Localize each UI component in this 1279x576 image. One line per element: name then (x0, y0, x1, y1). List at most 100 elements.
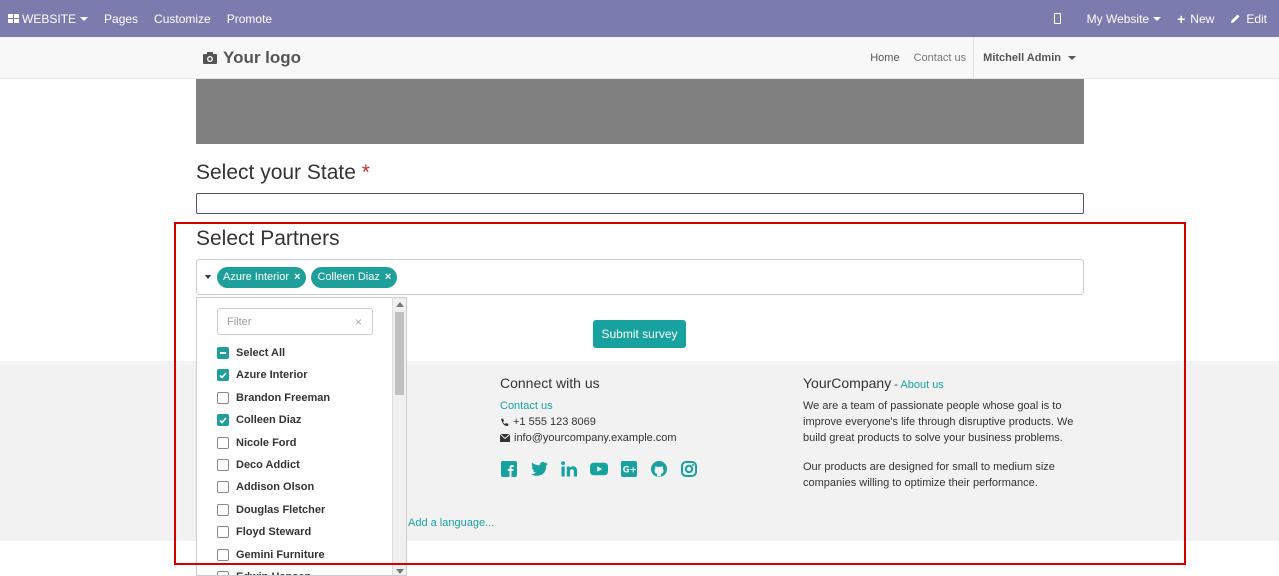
option-label: Floyd Steward (236, 526, 312, 538)
checkbox[interactable] (217, 459, 229, 471)
phone-icon (501, 418, 509, 426)
checkbox[interactable] (217, 414, 229, 426)
list-item[interactable]: Douglas Fletcher (217, 501, 325, 519)
footer-connect-column: Connect with us Contact us +1 555 123 80… (500, 375, 790, 478)
company-name: YourCompany (803, 375, 892, 391)
scrollbar-thumb[interactable] (395, 312, 404, 395)
grey-banner (196, 79, 1084, 144)
checkbox[interactable] (217, 549, 229, 561)
connect-title: Connect with us (500, 375, 600, 391)
tag-label: Azure Interior (223, 271, 290, 283)
user-menu[interactable]: Mitchell Admin (973, 37, 1085, 79)
partners-multiselect[interactable]: Azure Interior × Colleen Diaz × (196, 259, 1084, 295)
tag-remove-icon[interactable]: × (294, 271, 300, 283)
state-input[interactable] (196, 193, 1084, 214)
linkedin-icon[interactable] (560, 460, 578, 478)
option-label: Deco Addict (236, 459, 300, 471)
chevron-down-icon (1153, 16, 1162, 21)
checkbox[interactable] (217, 392, 229, 404)
user-name: Mitchell Admin (983, 52, 1061, 64)
list-item[interactable]: Edwin Hansen (217, 568, 311, 575)
checkbox[interactable] (217, 504, 229, 516)
customize-menu[interactable]: Customize (146, 0, 219, 37)
facebook-icon[interactable] (500, 460, 518, 478)
selected-tag: Colleen Diaz × (311, 266, 398, 288)
mobile-icon (1053, 13, 1061, 24)
list-item[interactable]: Brandon Freeman (217, 389, 330, 407)
option-label: Colleen Diaz (236, 414, 302, 426)
checkbox[interactable] (217, 369, 229, 381)
website-menu[interactable]: WEBSITE (0, 0, 96, 37)
company-separator: - (891, 379, 901, 391)
list-item[interactable]: Gemini Furniture (217, 546, 325, 564)
nav-contact-us[interactable]: Contact us (907, 52, 974, 64)
new-label: New (1190, 11, 1215, 26)
option-label: Brandon Freeman (236, 392, 331, 404)
state-question-label: Select your State (196, 161, 356, 184)
envelope-icon (500, 434, 510, 442)
chevron-down-icon[interactable] (205, 275, 211, 279)
checkbox[interactable] (217, 526, 229, 538)
about-us-link[interactable]: About us (900, 379, 943, 391)
github-icon[interactable] (650, 460, 668, 478)
admin-bar: WEBSITE Pages Customize Promote My Websi… (0, 0, 1279, 37)
email-address: info@yourcompany.example.com (514, 432, 677, 444)
tag-label: Colleen Diaz (317, 271, 380, 283)
social-links: G+ (500, 460, 790, 478)
site-logo[interactable]: Your logo (203, 48, 301, 68)
about-paragraph-2: Our products are designed for small to m… (803, 461, 1055, 489)
list-item[interactable]: Nicole Ford (217, 434, 297, 452)
list-item[interactable]: Deco Addict (217, 456, 300, 474)
pages-menu[interactable]: Pages (96, 0, 146, 37)
main-nav: Home Contact us Mitchell Admin (863, 37, 1085, 79)
nav-home[interactable]: Home (863, 52, 906, 64)
twitter-icon[interactable] (530, 460, 548, 478)
new-button[interactable]: + New (1169, 0, 1222, 37)
email-line: info@yourcompany.example.com (500, 430, 790, 446)
option-label: Azure Interior (236, 369, 308, 381)
contact-us-link[interactable]: Contact us (500, 398, 790, 414)
checkbox[interactable] (217, 347, 229, 359)
svg-text:G+: G+ (623, 466, 637, 476)
checkbox[interactable] (217, 437, 229, 449)
list-item[interactable]: Azure Interior (217, 366, 308, 384)
google-plus-icon[interactable]: G+ (620, 460, 638, 478)
option-label: Douglas Fletcher (236, 504, 326, 516)
state-question-title: Select your State * (196, 161, 370, 185)
option-label: Edwin Hansen (236, 571, 311, 575)
instagram-icon[interactable] (680, 460, 698, 478)
promote-menu[interactable]: Promote (219, 0, 280, 37)
scroll-up-arrow-icon[interactable] (396, 302, 404, 307)
my-website-label: My Website (1086, 11, 1150, 26)
partners-question-title: Select Partners (196, 227, 340, 250)
filter-placeholder: Filter (227, 315, 252, 328)
selected-tag: Azure Interior × (217, 266, 307, 288)
checkbox[interactable] (217, 571, 229, 575)
submit-survey-button[interactable]: Submit survey (593, 320, 686, 348)
option-label: Addison Olson (236, 481, 315, 493)
mobile-preview-button[interactable] (1046, 0, 1079, 37)
scrollbar[interactable] (392, 298, 406, 575)
filter-input[interactable]: Filter × (217, 308, 373, 335)
partners-dropdown: Filter × Select All Azure Interior Brandon… (196, 297, 407, 576)
clear-filter-icon[interactable]: × (355, 315, 362, 329)
footer-about-column: YourCompany - About us We are a team of … (803, 375, 1088, 504)
list-item[interactable]: Colleen Diaz (217, 411, 301, 429)
phone-number: +1 555 123 8069 (513, 416, 596, 428)
edit-button[interactable]: Edit (1222, 0, 1279, 37)
tag-remove-icon[interactable]: × (385, 271, 391, 283)
list-item[interactable]: Addison Olson (217, 478, 314, 496)
logo-text: Your logo (223, 48, 302, 67)
option-label: Nicole Ford (236, 437, 297, 449)
scroll-down-arrow-icon[interactable] (396, 569, 404, 574)
my-website-menu[interactable]: My Website (1079, 0, 1169, 37)
plus-icon: + (1177, 10, 1186, 27)
youtube-icon[interactable] (590, 460, 608, 478)
checkbox[interactable] (217, 481, 229, 493)
add-language-link[interactable]: Add a language... (408, 517, 494, 529)
list-item[interactable]: Floyd Steward (217, 523, 311, 541)
select-all-option[interactable]: Select All (217, 344, 285, 362)
option-label: Select All (236, 347, 286, 359)
website-menu-label: WEBSITE (22, 11, 77, 26)
about-paragraph-1: We are a team of passionate people whose… (803, 400, 1074, 444)
